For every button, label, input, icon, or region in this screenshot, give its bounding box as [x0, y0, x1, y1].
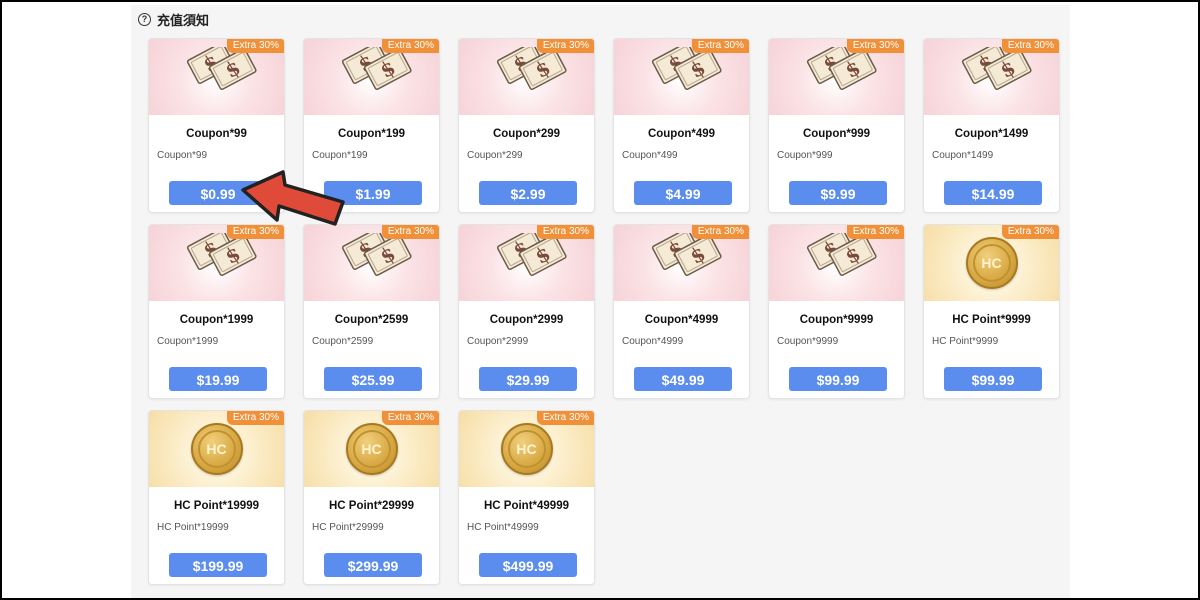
extra-bonus-badge: Extra 30%: [381, 411, 439, 425]
product-card[interactable]: SSExtra 30% Coupon*4999 Coupon*4999 $49.99: [613, 224, 750, 399]
product-title: Coupon*2999: [489, 314, 564, 326]
coupon-ticket-icon: SS: [186, 233, 257, 277]
hc-coin-icon: HC: [345, 423, 398, 475]
extra-bonus-badge: Extra 30%: [536, 39, 594, 53]
product-subtitle: HC Point*29999: [312, 522, 384, 533]
product-title: Coupon*1499: [954, 128, 1029, 140]
product-card[interactable]: HC Extra 30% HC Point*29999 HC Point*29999 $…: [303, 410, 440, 585]
product-subtitle: Coupon*2999: [467, 336, 529, 347]
product-subtitle: Coupon*299: [467, 150, 523, 161]
product-subtitle: Coupon*499: [622, 150, 678, 161]
product-card[interactable]: SSExtra 30% Coupon*499 Coupon*499 $4.99: [613, 38, 750, 213]
coupon-ticket-icon: SS: [806, 47, 877, 91]
coupon-ticket-icon: SS: [496, 233, 567, 277]
hc-coin-icon: HC: [965, 237, 1018, 289]
coupon-ticket-icon: SS: [651, 47, 722, 91]
hc-coin-icon: HC: [500, 423, 553, 475]
recharge-notice-title: 充值須知: [157, 12, 210, 28]
product-title: Coupon*2599: [334, 314, 409, 326]
product-subtitle: Coupon*1499: [932, 150, 994, 161]
extra-bonus-badge: Extra 30%: [381, 225, 439, 239]
extra-bonus-badge: Extra 30%: [226, 411, 284, 425]
product-title: Coupon*99: [186, 128, 247, 140]
product-title: Coupon*1999: [179, 314, 254, 326]
product-card[interactable]: HC Extra 30% HC Point*19999 HC Point*19999 $…: [148, 410, 285, 585]
product-title: HC Point*49999: [483, 500, 569, 512]
product-card[interactable]: HC Extra 30% HC Point*49999 HC Point*49999 $…: [458, 410, 595, 585]
product-title: HC Point*9999: [952, 314, 1031, 326]
recharge-notice-header[interactable]: ? 充值須知: [138, 10, 209, 28]
price-button[interactable]: $19.99: [169, 367, 267, 391]
product-title: HC Point*29999: [328, 500, 414, 512]
extra-bonus-badge: Extra 30%: [691, 225, 749, 239]
price-button[interactable]: $9.99: [789, 181, 887, 205]
price-button[interactable]: $14.99: [944, 181, 1042, 205]
extra-bonus-badge: Extra 30%: [1001, 39, 1059, 53]
extra-bonus-badge: Extra 30%: [536, 225, 594, 239]
extra-bonus-badge: Extra 30%: [846, 225, 904, 239]
arrow-shape: [241, 170, 345, 226]
product-subtitle: Coupon*999: [777, 150, 833, 161]
product-card[interactable]: SSExtra 30% Coupon*9999 Coupon*9999 $99.99: [768, 224, 905, 399]
product-title: Coupon*499: [647, 128, 716, 140]
product-title: Coupon*4999: [644, 314, 719, 326]
product-subtitle: Coupon*9999: [777, 336, 839, 347]
coupon-ticket-icon: SS: [806, 233, 877, 277]
product-card[interactable]: SSExtra 30% Coupon*2999 Coupon*2999 $29.99: [458, 224, 595, 399]
product-title: Coupon*999: [802, 128, 871, 140]
coupon-ticket-icon: SS: [186, 47, 257, 91]
product-subtitle: HC Point*19999: [157, 522, 229, 533]
product-card[interactable]: SSExtra 30%Coupon*1999Coupon*1999$19.99: [148, 224, 285, 399]
extra-bonus-badge: Extra 30%: [691, 39, 749, 53]
extra-bonus-badge: Extra 30%: [1001, 225, 1059, 239]
extra-bonus-badge: Extra 30%: [226, 39, 284, 53]
product-subtitle: HC Point*9999: [932, 336, 999, 347]
product-title: Coupon*9999: [799, 314, 874, 326]
price-button[interactable]: $199.99: [169, 553, 267, 577]
price-button[interactable]: $25.99: [324, 367, 422, 391]
price-button[interactable]: $299.99: [324, 553, 422, 577]
coupon-ticket-icon: SS: [651, 233, 722, 277]
extra-bonus-badge: Extra 30%: [381, 39, 439, 53]
extra-bonus-badge: Extra 30%: [536, 411, 594, 425]
product-subtitle: Coupon*199: [312, 150, 368, 161]
price-button[interactable]: $2.99: [479, 181, 577, 205]
coupon-ticket-icon: SS: [341, 47, 412, 91]
price-button[interactable]: $499.99: [479, 553, 577, 577]
product-title: HC Point*19999: [173, 500, 259, 512]
product-subtitle: HC Point*49999: [467, 522, 539, 533]
extra-bonus-badge: Extra 30%: [846, 39, 904, 53]
product-subtitle: Coupon*4999: [622, 336, 684, 347]
product-card[interactable]: HC Extra 30% HC Point*9999 HC Point*9999 $99…: [923, 224, 1060, 399]
arrow-annotation: [241, 170, 345, 226]
product-subtitle: Coupon*1999: [157, 336, 219, 347]
product-subtitle: Coupon*2599: [312, 336, 374, 347]
price-button[interactable]: $99.99: [944, 367, 1042, 391]
product-title: Coupon*299: [492, 128, 561, 140]
product-title: Coupon*199: [337, 128, 406, 140]
coupon-ticket-icon: SS: [496, 47, 567, 91]
product-card[interactable]: SSExtra 30% Coupon*2599 Coupon*2599 $25.99: [303, 224, 440, 399]
product-subtitle: Coupon*99: [157, 150, 208, 161]
price-button[interactable]: $29.99: [479, 367, 577, 391]
coupon-ticket-icon: SS: [961, 47, 1032, 91]
product-card[interactable]: SSExtra 30% Coupon*1499 Coupon*1499 $14.99: [923, 38, 1060, 213]
hc-coin-icon: HC: [190, 423, 243, 475]
product-card[interactable]: SSExtra 30% Coupon*299 Coupon*299 $2.99: [458, 38, 595, 213]
product-card[interactable]: SSExtra 30% Coupon*999 Coupon*999 $9.99: [768, 38, 905, 213]
price-button[interactable]: $99.99: [789, 367, 887, 391]
price-button[interactable]: $4.99: [634, 181, 732, 205]
coupon-ticket-icon: SS: [341, 233, 412, 277]
help-icon[interactable]: ?: [138, 12, 151, 26]
price-button[interactable]: $49.99: [634, 367, 732, 391]
